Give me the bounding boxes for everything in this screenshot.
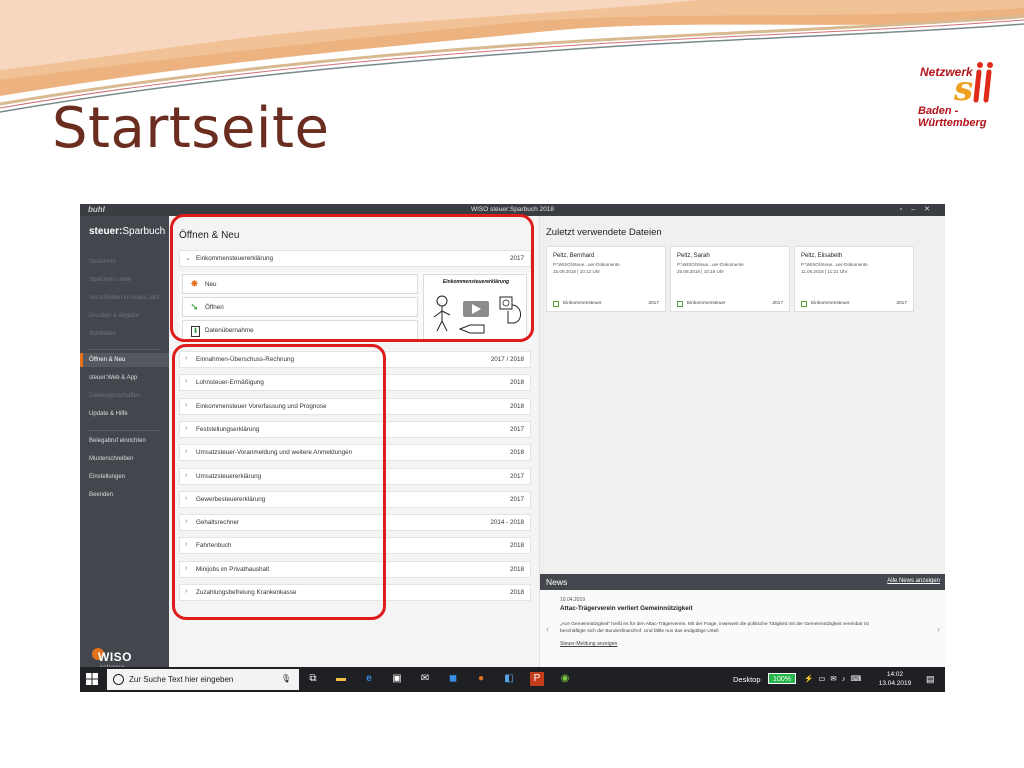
all-news-link[interactable]: Alle News anzeigen [887,578,940,584]
return-type-year: 2018 [509,542,524,549]
tax-file-icon [801,301,807,307]
logo-line2: Baden - Württemberg [918,105,987,129]
logo-line1: Netzwerk [920,65,973,79]
clock-date: 13.04.2019 [878,680,912,687]
return-type-year: 2018 [509,379,524,386]
taskbar-clock[interactable]: 14:02 13.04.2019 [875,670,915,688]
notification-icon[interactable]: ▤ [926,674,935,685]
sidebar-item-print: Drucken & Abgabe [89,313,140,319]
word-icon[interactable]: ◧ [502,672,516,686]
return-type-year: 2018 [509,566,524,573]
network-logo: s Netzwerk Baden - Württemberg [912,60,1024,129]
recent-file-card[interactable]: Peltz, Sarah P:\WISO\Steue...uer-Dokumen… [670,246,790,312]
store-icon[interactable]: ▣ [390,672,404,686]
return-type-year: 2018 [509,589,524,596]
clock-time: 14:02 [886,671,904,678]
sidebar-item-receipts[interactable]: Belegabruf einrichten [89,438,146,444]
news-title: News [546,577,568,587]
sidebar-item-web-app[interactable]: steuer:Web & App [89,375,137,381]
taskbar-search[interactable]: Zur Suche Text hier eingeben 🎙︎ [107,669,299,690]
news-section: News Alle News anzeigen ‹ 10.04.2019 Att… [540,574,945,667]
news-detail-link[interactable]: Steuer-Meldung anzeigen [560,641,617,647]
recent-files-panel: Zuletzt verwendete Dateien Peltz, Bernha… [539,216,945,667]
slide-title: Startseite [52,96,330,161]
sidebar-item-close: Schließen [89,331,116,337]
news-header: News Alle News anzeigen [540,574,945,590]
recent-file-card[interactable]: Peltz, Bernhard P:\WISO\Steue...uer-Doku… [546,246,666,312]
return-type-year: 2018 [509,449,524,456]
sidebar-item-exit[interactable]: Beenden [89,492,113,498]
search-placeholder: Zur Suche Text hier eingeben [129,675,234,684]
sidebar-item-save-as: Speichern unter [89,277,132,283]
chevron-left-icon[interactable]: ‹ [546,624,549,634]
window-title: WISO steuer:Sparbuch 2018 [470,206,555,213]
app-window: buhl WISO steuer:Sparbuch 2018 ▫–✕ steue… [80,204,945,692]
system-tray-icons[interactable]: ⚡▭✉♪⌨ [804,674,866,683]
sidebar-divider [89,430,161,431]
windows-start-icon[interactable] [86,673,98,685]
tax-file-icon [677,301,683,307]
sidebar-item-settings[interactable]: Einstellungen [89,474,125,480]
news-headline: Attac-Trägerverein verliert Gemeinnützig… [560,605,693,612]
sidebar-item-move-year: Verschieben in neues Jahr [89,295,160,301]
sidebar-item-templates[interactable]: Musterschreiben [89,456,133,462]
return-type-year: 2017 / 2018 [490,356,524,363]
firefox-icon[interactable]: ● [474,672,488,686]
windows-taskbar: Zur Suche Text hier eingeben 🎙︎ ⧉ ▬ e ▣ … [80,667,945,692]
edge-icon[interactable]: e [362,672,376,686]
desktop-toolbar-label[interactable]: Desktop [733,675,761,684]
microphone-icon[interactable]: 🎙︎ [281,674,291,683]
sidebar-item-open-new[interactable]: Öffnen & Neu [89,357,125,363]
chevron-right-icon[interactable]: › [937,624,940,634]
file-explorer-icon[interactable]: ▬ [334,672,348,686]
return-type-year: 2018 [509,403,524,410]
cortana-icon [113,674,124,685]
news-body: beschäftigte sich der Bundesfinanzhof. U… [560,629,720,634]
news-body: „Ace Gemeinnützigkeit" heißt es für den … [560,622,869,627]
outlook-icon[interactable]: ◼ [446,672,460,686]
sidebar-item-properties: Dateieigenschaften [89,393,141,399]
mail-icon[interactable]: ✉ [418,672,432,686]
highlight-open-new [170,214,534,342]
sidebar-item-update-help[interactable]: Update & Hilfe [89,411,128,417]
sidebar-active-marker [80,353,83,367]
tax-file-icon [553,301,559,307]
powerpoint-icon[interactable]: P [530,672,544,686]
return-type-year: 2017 [509,473,524,480]
recent-file-card[interactable]: Peltz, Elisabeth P:\WISO\Steue...uer-Dok… [794,246,914,312]
product-name: steuer:Sparbuch [89,226,166,237]
highlight-return-types [172,344,386,620]
task-view-icon[interactable]: ⧉ [306,672,320,686]
wiso-app-icon[interactable]: ◉ [558,672,572,686]
return-type-year: 2017 [509,496,524,503]
sidebar-item-save: Speichern [89,259,117,265]
return-type-year: 2017 [509,426,524,433]
battery-indicator[interactable]: 100% [768,673,796,684]
recent-files-title: Zuletzt verwendete Dateien [546,227,662,238]
news-date: 10.04.2019 [560,597,586,603]
window-controls[interactable]: ▫–✕ [900,205,939,213]
sidebar-divider [89,349,161,350]
sidebar: steuer:Sparbuch Speichern Speichern unte… [80,216,169,669]
return-type-year: 2014 - 2018 [490,519,524,526]
